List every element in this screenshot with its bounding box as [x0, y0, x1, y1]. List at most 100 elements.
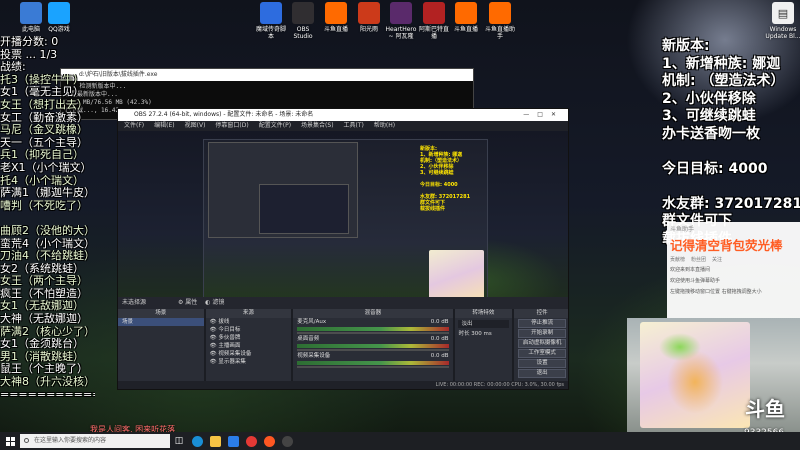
window-controls[interactable]: —□✕: [523, 109, 564, 121]
start-button[interactable]: [0, 432, 20, 450]
volume-slider[interactable]: [297, 332, 449, 334]
volume-meter: [297, 361, 449, 365]
douyu-tab[interactable]: 贡献榜: [670, 256, 685, 263]
menu-item[interactable]: 编辑(E): [154, 121, 174, 131]
source-item[interactable]: 👁 拔线: [206, 318, 292, 326]
shortcut-label: 阳光雨: [359, 26, 378, 33]
shortcut-label: OBS Studio: [293, 26, 313, 40]
chat-message: 战绩:: [0, 61, 26, 74]
mixer-channel: 桌面音频 0.0 dB: [293, 335, 452, 351]
obs-window[interactable]: OBS 27.2.4 (64-bit, windows) - 配置文件: 未命名…: [117, 108, 569, 390]
source-item[interactable]: 👁 显示器采集: [206, 358, 292, 366]
mixer-channel-header: 桌面音频 0.0 dB: [293, 335, 452, 343]
app-icon: [358, 2, 380, 24]
desktop-shortcut[interactable]: 魔域传奇脚本: [255, 2, 287, 40]
menu-item[interactable]: 场景集合(S): [301, 121, 334, 131]
document-icon: ▤: [772, 2, 794, 24]
mixer-channel-header: 麦克风/Aux 0.0 dB: [293, 318, 452, 326]
source-item[interactable]: 👁 主播画面: [206, 342, 292, 350]
desktop-shortcut[interactable]: OBS Studio: [287, 2, 319, 40]
douyu-message: 欢迎来到本直播间: [670, 267, 711, 273]
properties-button[interactable]: ⚙ 属性: [178, 299, 197, 306]
source-label: 拔线: [218, 319, 230, 325]
volume-slider[interactable]: [297, 349, 449, 351]
chat-message: 刀油4（不给跳蛙）: [0, 250, 95, 263]
desktop-shortcut[interactable]: QQ游戏: [36, 2, 82, 33]
edge-icon[interactable]: [188, 432, 206, 450]
visibility-icon[interactable]: 👁: [210, 335, 217, 341]
control-button[interactable]: 停止推流: [518, 319, 566, 328]
visibility-icon[interactable]: 👁: [210, 351, 217, 357]
announcement-overlay: 新版本: 1、新增种族: 娜迦 机制: （塑造法术） 2、小伙伴移除 3、可继续跳蛙 办…: [662, 38, 800, 248]
menu-item[interactable]: 配置文件(P): [259, 121, 291, 131]
desktop-shortcut[interactable]: 斗鱼直播助手: [484, 2, 516, 40]
source-item[interactable]: 👁 今日目标: [206, 326, 292, 334]
desktop-shortcut[interactable]: 斗鱼直播: [320, 2, 352, 33]
control-button[interactable]: 工作室模式: [518, 349, 566, 358]
channel-name: 麦克风/Aux: [297, 319, 327, 325]
menu-item[interactable]: 工具(T): [344, 121, 364, 131]
desktop-shortcut[interactable]: HeartHero ~ 阿瓦隆: [385, 2, 417, 40]
taskbar-search[interactable]: 在这里输入你要搜索的内容: [20, 434, 170, 448]
explorer-icon[interactable]: [206, 432, 224, 450]
obs-preview[interactable]: 新版本: 1、新增种族: 娜迦 机制:（塑造法术） 2、小伙伴移除 3、可继续跳蛙 今日目…: [118, 131, 568, 303]
obs-taskbar-icon[interactable]: [278, 432, 296, 450]
controls-dock: 控件 停止推流 开始录制 启动虚拟摄像机 工作室模式 设置 退出: [514, 309, 568, 389]
chat-message: 女王（两个主导）: [0, 275, 88, 288]
source-item[interactable]: 👁 多伙兽牌: [206, 334, 292, 342]
menu-item[interactable]: 视图(V): [185, 121, 206, 131]
chat-message: 蛮荒4（小个瑞文）: [0, 237, 95, 250]
douyu-taskbar-icon[interactable]: [242, 432, 260, 450]
preview-canvas: 新版本: 1、新增种族: 娜迦 机制:（塑造法术） 2、小伙伴移除 3、可继续跳蛙 今日目…: [203, 139, 488, 302]
scene-item[interactable]: 场景: [118, 318, 204, 326]
duration-field[interactable]: 时长 300 ms: [455, 330, 513, 338]
preview-overlay-text: 新版本: 1、新增种族: 娜迦 机制:（塑造法术） 2、小伙伴移除 3、可继续跳蛙 今日目…: [420, 146, 471, 212]
app-icon: [455, 2, 477, 24]
volume-slider[interactable]: [297, 366, 449, 368]
menu-item[interactable]: 停靠窗口(D): [215, 121, 248, 131]
transition-select[interactable]: 淡出: [457, 320, 510, 328]
source-item[interactable]: 👁 视频采集设备: [206, 350, 292, 358]
chat-message: 女王（想打出去）: [0, 98, 88, 111]
desktop-shortcut[interactable]: 阳光雨: [353, 2, 385, 33]
source-toolbar: 未选择源 ⚙ 属性 ◐ 滤镜: [118, 297, 568, 309]
announcement-line: [662, 178, 800, 196]
chat-message: 萨满1（娜迦牛皮）: [0, 187, 95, 200]
menu-item[interactable]: 文件(F): [124, 121, 144, 131]
chat-message: [0, 212, 95, 225]
visibility-icon[interactable]: 👁: [210, 359, 217, 365]
visibility-icon[interactable]: 👁: [210, 343, 217, 349]
announcement-line: 1、新增种族: 娜迦: [662, 55, 781, 72]
chat-message: 疯王（不怕塑造）: [0, 287, 88, 300]
chat-subheader: 投票 ... 1/3: [0, 48, 58, 61]
desktop-shortcut[interactable]: 斗鱼直播: [450, 2, 482, 33]
store-icon[interactable]: [224, 432, 242, 450]
channel-db: 0.0 dB: [430, 336, 449, 342]
obs-titlebar[interactable]: OBS 27.2.4 (64-bit, windows) - 配置文件: 未命名…: [118, 109, 568, 121]
visibility-icon[interactable]: 👁: [210, 319, 217, 325]
filters-button[interactable]: ◐ 滤镜: [205, 299, 224, 306]
douyu-tabs: 贡献榜 粉丝团 关注: [667, 254, 800, 265]
douyu-helper-taskbar-icon[interactable]: [260, 432, 278, 450]
chat-message: 女1（毫无主见）: [0, 86, 84, 99]
visibility-icon[interactable]: 👁: [210, 327, 217, 333]
chat-message: 女2（系统跳蛙）: [0, 262, 84, 275]
obs-menu-bar: 文件(F) 编辑(E) 视图(V) 停靠窗口(D) 配置文件(P) 场景集合(S) 工具(T…: [118, 121, 568, 131]
douyu-tab[interactable]: 粉丝团: [691, 256, 706, 263]
control-button[interactable]: 设置: [518, 359, 566, 368]
douyu-message: 左键拖拽移动窗口位置 右键拖拽调整大小: [670, 289, 762, 295]
volume-meter: [297, 344, 449, 348]
control-button[interactable]: 开始录制: [518, 329, 566, 338]
douyu-tab[interactable]: 关注: [712, 256, 722, 263]
preview-streamer-card: [429, 250, 484, 302]
control-button[interactable]: 启动虚拟摄像机: [518, 339, 566, 348]
control-button[interactable]: 退出: [518, 369, 566, 378]
shortcut-label: 魔域传奇脚本: [255, 26, 286, 40]
douyu-logo: 斗鱼: [745, 397, 785, 421]
source-label: 今日目标: [218, 327, 241, 333]
volume-meter: [297, 327, 449, 331]
menu-item[interactable]: 帮助(H): [374, 121, 395, 131]
task-view-icon[interactable]: ◫: [170, 432, 188, 450]
windows-update-shortcut[interactable]: ▤ Windows Update Bl...: [760, 2, 800, 40]
desktop-shortcut[interactable]: 阿斯巴特直播: [418, 2, 450, 40]
